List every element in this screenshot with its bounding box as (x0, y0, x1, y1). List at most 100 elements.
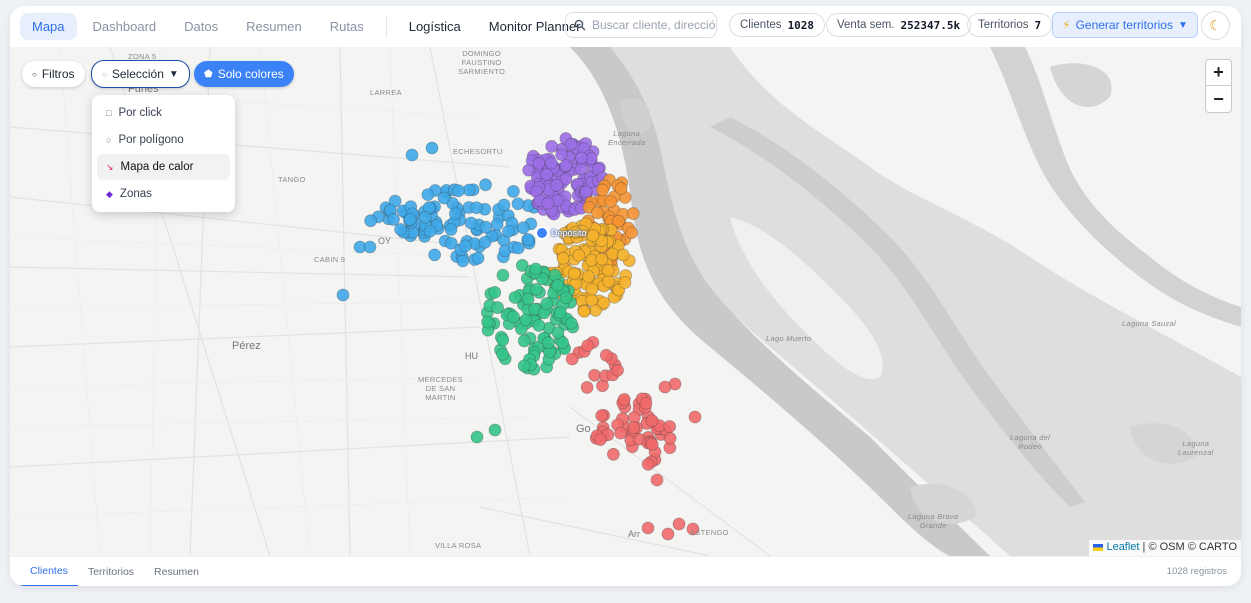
search-input[interactable] (592, 18, 716, 32)
client-point[interactable] (580, 381, 594, 394)
client-point[interactable] (626, 207, 640, 220)
client-point[interactable] (541, 196, 555, 210)
client-point[interactable] (550, 178, 564, 192)
client-point[interactable] (428, 248, 442, 262)
client-point[interactable] (661, 527, 675, 541)
client-point[interactable] (658, 380, 672, 394)
client-point[interactable] (423, 224, 437, 238)
client-point[interactable] (540, 168, 553, 181)
client-point[interactable] (572, 249, 586, 262)
client-point[interactable] (606, 447, 620, 461)
client-point[interactable] (553, 306, 567, 319)
client-point[interactable] (517, 334, 531, 348)
client-point[interactable] (456, 254, 470, 268)
client-point[interactable] (540, 297, 554, 311)
client-point[interactable] (641, 457, 655, 471)
generate-territories-button[interactable]: ⚡ Generar territorios ▼ (1052, 12, 1198, 38)
client-point[interactable] (405, 148, 419, 162)
client-point[interactable] (394, 223, 407, 236)
client-point[interactable] (532, 319, 546, 332)
client-point[interactable] (530, 282, 543, 296)
tab-resumen[interactable]: Resumen (234, 13, 314, 40)
menu-item-zonas[interactable]: ◆ Zonas (97, 181, 230, 207)
client-point[interactable] (577, 304, 591, 318)
depot-marker[interactable]: Depósito (535, 225, 590, 241)
client-point[interactable] (496, 347, 510, 361)
client-point[interactable] (555, 148, 569, 162)
client-point[interactable] (541, 336, 555, 350)
client-point[interactable] (364, 214, 378, 228)
client-point[interactable] (545, 156, 558, 170)
tab-datos[interactable]: Datos (172, 13, 230, 40)
client-point[interactable] (529, 262, 543, 276)
client-point[interactable] (597, 296, 611, 310)
client-point[interactable] (507, 310, 520, 324)
theme-toggle-button[interactable]: ☾ (1201, 11, 1230, 40)
client-point[interactable] (521, 292, 535, 306)
client-point[interactable] (596, 183, 609, 197)
client-point[interactable] (551, 278, 565, 292)
tab-dashboard[interactable]: Dashboard (81, 13, 169, 40)
client-point[interactable] (511, 197, 525, 211)
client-point[interactable] (521, 233, 535, 246)
client-point[interactable] (585, 282, 599, 296)
client-point[interactable] (488, 285, 502, 299)
bottom-tab-clientes[interactable]: Clientes (20, 557, 78, 586)
client-point[interactable] (559, 159, 573, 172)
client-point[interactable] (599, 348, 613, 362)
client-point[interactable] (645, 437, 659, 451)
client-point[interactable] (471, 251, 485, 265)
tab-logistica[interactable]: Logística (397, 13, 473, 40)
client-point[interactable] (645, 414, 659, 428)
menu-item-mapa-de-calor[interactable]: ↘ Mapa de calor (97, 154, 230, 180)
client-point[interactable] (488, 423, 502, 437)
client-point[interactable] (588, 368, 601, 382)
client-point[interactable] (585, 293, 599, 307)
tab-rutas[interactable]: Rutas (318, 13, 376, 40)
client-point[interactable] (559, 291, 573, 305)
client-point[interactable] (582, 270, 595, 283)
tab-mapa[interactable]: Mapa (20, 13, 77, 40)
client-point[interactable] (497, 198, 511, 212)
client-point[interactable] (496, 333, 510, 347)
client-point[interactable] (363, 240, 377, 254)
client-point[interactable] (565, 352, 579, 366)
client-point[interactable] (511, 241, 525, 255)
client-point[interactable] (556, 251, 570, 265)
client-point[interactable] (581, 339, 595, 353)
client-point[interactable] (663, 420, 677, 433)
client-point[interactable] (627, 421, 641, 435)
client-point[interactable] (591, 206, 604, 220)
client-point[interactable] (462, 183, 476, 197)
client-point[interactable] (516, 221, 530, 235)
client-point[interactable] (522, 163, 536, 177)
client-point[interactable] (506, 185, 520, 198)
client-point[interactable] (595, 409, 609, 423)
client-point[interactable] (575, 162, 588, 176)
client-point[interactable] (479, 220, 493, 234)
client-point[interactable] (604, 195, 618, 208)
client-point[interactable] (519, 313, 533, 327)
client-point[interactable] (470, 430, 484, 444)
menu-item-por-click[interactable]: □ Por click (97, 100, 230, 126)
search-box[interactable] (565, 12, 717, 38)
client-point[interactable] (618, 276, 632, 289)
client-point[interactable] (517, 359, 531, 373)
client-point[interactable] (444, 223, 458, 236)
client-point[interactable] (575, 151, 588, 165)
zoom-in-button[interactable]: + (1206, 60, 1231, 86)
client-point[interactable] (616, 248, 630, 262)
client-point[interactable] (579, 185, 593, 198)
menu-item-por-poligono[interactable]: ○ Por polígono (97, 127, 230, 153)
client-point[interactable] (564, 137, 578, 151)
client-point[interactable] (672, 517, 686, 531)
client-point[interactable] (403, 213, 417, 226)
client-point[interactable] (479, 178, 492, 192)
client-point[interactable] (458, 239, 472, 253)
client-point[interactable] (617, 392, 631, 406)
client-point[interactable] (601, 264, 615, 277)
client-point[interactable] (496, 268, 510, 282)
map-area[interactable]: ZONA 5 DOMINGO FAUSTINO SARMIENTO Funes LA… (10, 47, 1241, 556)
client-point[interactable] (478, 235, 492, 249)
client-point[interactable] (481, 315, 495, 329)
